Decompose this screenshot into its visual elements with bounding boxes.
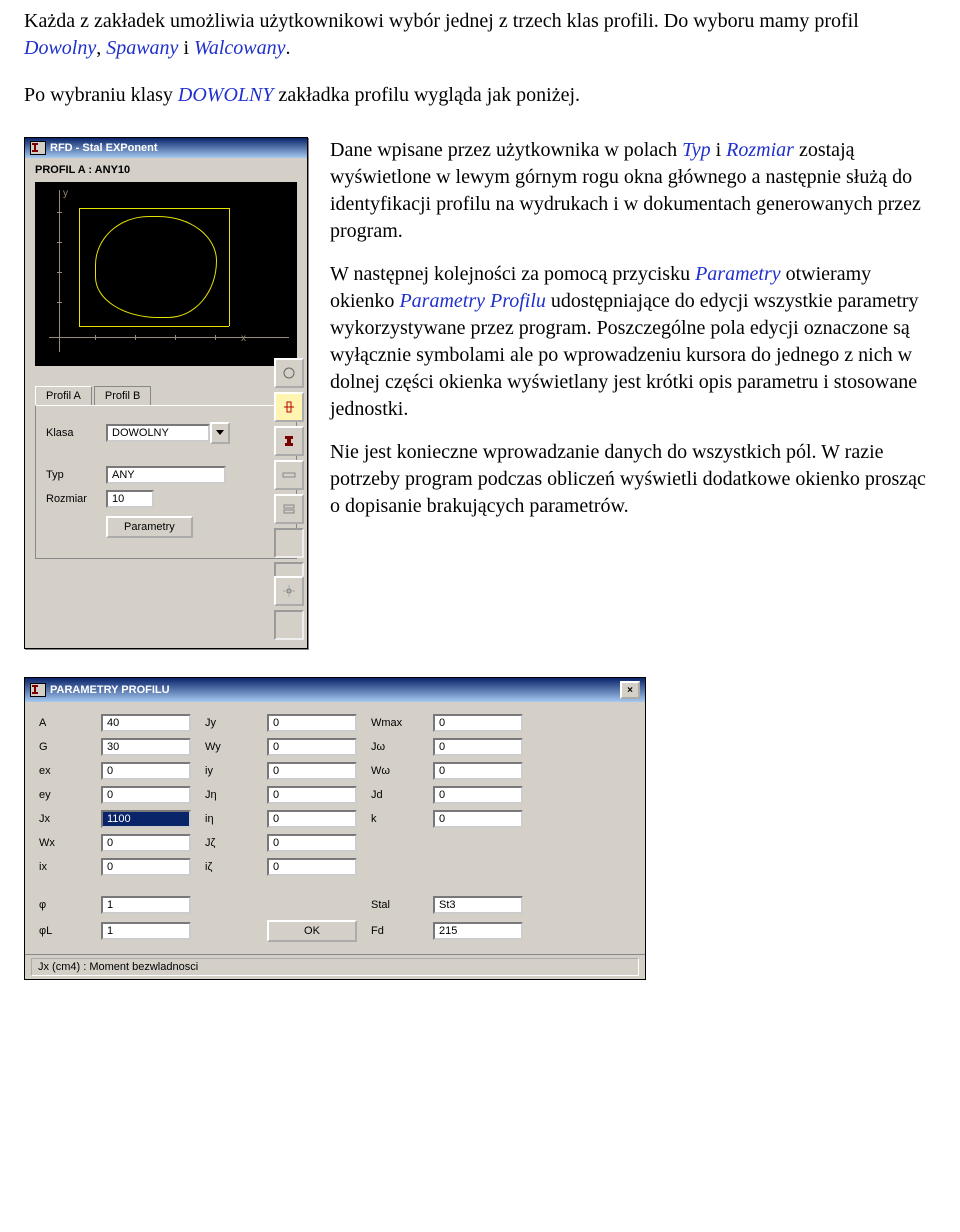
- param-input-φ[interactable]: [101, 896, 191, 914]
- param-input-Jx[interactable]: [101, 810, 191, 828]
- rozmiar-label: Rozmiar: [46, 493, 106, 505]
- param-label: φ: [39, 899, 91, 911]
- axis-y-label: y: [63, 188, 68, 199]
- tool-circle-icon[interactable]: [274, 358, 304, 388]
- tool-plate-icon[interactable]: [274, 460, 304, 490]
- body-p2: W następnej kolejności za pomocą przycis…: [330, 261, 936, 423]
- param-input-Jη[interactable]: [267, 786, 357, 804]
- body-p1: Dane wpisane przez użytkownika w polach …: [330, 137, 936, 245]
- param-label: k: [371, 813, 423, 825]
- em-rozmiar: Rozmiar: [726, 139, 794, 161]
- close-icon[interactable]: ×: [620, 681, 640, 699]
- param-input-φL[interactable]: [101, 922, 191, 940]
- status-text: Jx (cm4) : Moment bezwladnosci: [31, 958, 639, 976]
- axis-x-label: x: [241, 333, 246, 344]
- tab-profil-a[interactable]: Profil A: [35, 386, 92, 405]
- parameters-dialog: PARAMETRY PROFILU × A Jy Wmax G Wy Jω ex iy Wω ey…: [24, 677, 646, 980]
- param-label: iy: [205, 765, 257, 777]
- param-label: G: [39, 741, 91, 753]
- param-label: Wx: [39, 837, 91, 849]
- param-input-Wy[interactable]: [267, 738, 357, 756]
- param-input-ix[interactable]: [101, 858, 191, 876]
- param-input-iy[interactable]: [267, 762, 357, 780]
- typ-input[interactable]: [106, 466, 226, 484]
- param-label: Jd: [371, 789, 423, 801]
- app-icon: [30, 683, 46, 697]
- em-walcowany: Walcowany: [194, 37, 285, 59]
- tool-column: [274, 358, 304, 592]
- param-input-iη[interactable]: [267, 810, 357, 828]
- tool-ibeam-icon[interactable]: [274, 426, 304, 456]
- param-input-ey[interactable]: [101, 786, 191, 804]
- tool-slot-3[interactable]: [274, 610, 304, 640]
- rozmiar-input[interactable]: [106, 490, 154, 508]
- typ-label: Typ: [46, 469, 106, 481]
- param-label: ex: [39, 765, 91, 777]
- em-spawany: Spawany: [106, 37, 178, 59]
- param-input-Wω[interactable]: [433, 762, 523, 780]
- param-input-Stal[interactable]: [433, 896, 523, 914]
- param-input-iζ[interactable]: [267, 858, 357, 876]
- chevron-down-icon[interactable]: [210, 422, 230, 444]
- param-input-k[interactable]: [433, 810, 523, 828]
- klasa-label: Klasa: [46, 427, 106, 439]
- param-input-Wx[interactable]: [101, 834, 191, 852]
- param-input-G[interactable]: [101, 738, 191, 756]
- tool-center-icon[interactable]: [274, 576, 304, 606]
- param-label: Wω: [371, 765, 423, 777]
- profile-panel: Klasa Typ Rozmiar Parametr: [35, 405, 297, 559]
- param-input-Jζ[interactable]: [267, 834, 357, 852]
- param-label: Jη: [205, 789, 257, 801]
- profile-heading: PROFIL A : ANY10: [25, 158, 307, 178]
- param-label: Wy: [205, 741, 257, 753]
- status-bar: Jx (cm4) : Moment bezwladnosci: [25, 954, 645, 979]
- param-label: Wmax: [371, 717, 423, 729]
- param-label: Jx: [39, 813, 91, 825]
- param-label: Jy: [205, 717, 257, 729]
- param-label: Jζ: [205, 837, 257, 849]
- klasa-select[interactable]: [106, 424, 210, 442]
- tool-slot-1[interactable]: [274, 528, 304, 558]
- em-dowolny: Dowolny: [24, 37, 96, 59]
- param-input-A[interactable]: [101, 714, 191, 732]
- param-input-Fd[interactable]: [433, 922, 523, 940]
- body-p3: Nie jest konieczne wprowadzanie danych d…: [330, 439, 936, 520]
- ok-button[interactable]: OK: [267, 920, 357, 942]
- param-label: φL: [39, 925, 91, 937]
- em-paramprofilu: Parametry Profilu: [399, 290, 545, 312]
- param-input-Jd[interactable]: [433, 786, 523, 804]
- param-input-Jω[interactable]: [433, 738, 523, 756]
- profile-preview: x y: [35, 182, 297, 366]
- tab-profil-b[interactable]: Profil B: [94, 386, 151, 405]
- param-titlebar: PARAMETRY PROFILU ×: [25, 678, 645, 702]
- em-typ: Typ: [682, 139, 711, 161]
- param-label: iη: [205, 813, 257, 825]
- param-label: Jω: [371, 741, 423, 753]
- param-label: A: [39, 717, 91, 729]
- param-input-ex[interactable]: [101, 762, 191, 780]
- tool-channel-icon[interactable]: [274, 494, 304, 524]
- param-input-Jy[interactable]: [267, 714, 357, 732]
- param-label: ix: [39, 861, 91, 873]
- window-title: RFD - Stal EXPonent: [50, 142, 158, 154]
- param-label: Stal: [371, 899, 423, 911]
- parametry-button[interactable]: Parametry: [106, 516, 193, 538]
- param-title: PARAMETRY PROFILU: [50, 684, 170, 696]
- tool-column-bottom: [274, 576, 304, 640]
- param-label: ey: [39, 789, 91, 801]
- app-icon: [30, 141, 46, 155]
- param-label: iζ: [205, 861, 257, 873]
- em-param: Parametry: [695, 263, 781, 285]
- intro-p2: Po wybraniu klasy DOWOLNY zakładka profi…: [24, 82, 936, 109]
- param-label: Fd: [371, 925, 423, 937]
- titlebar: RFD - Stal EXPonent: [25, 138, 307, 158]
- profile-tabs: Profil A Profil B: [35, 386, 297, 405]
- tool-rect-icon[interactable]: [274, 392, 304, 422]
- param-input-Wmax[interactable]: [433, 714, 523, 732]
- intro-p1: Każda z zakładek umożliwia użytkownikowi…: [24, 8, 936, 62]
- profile-dialog: RFD - Stal EXPonent PROFIL A : ANY10 x y: [24, 137, 308, 649]
- em-dowolny2: DOWOLNY: [178, 84, 274, 106]
